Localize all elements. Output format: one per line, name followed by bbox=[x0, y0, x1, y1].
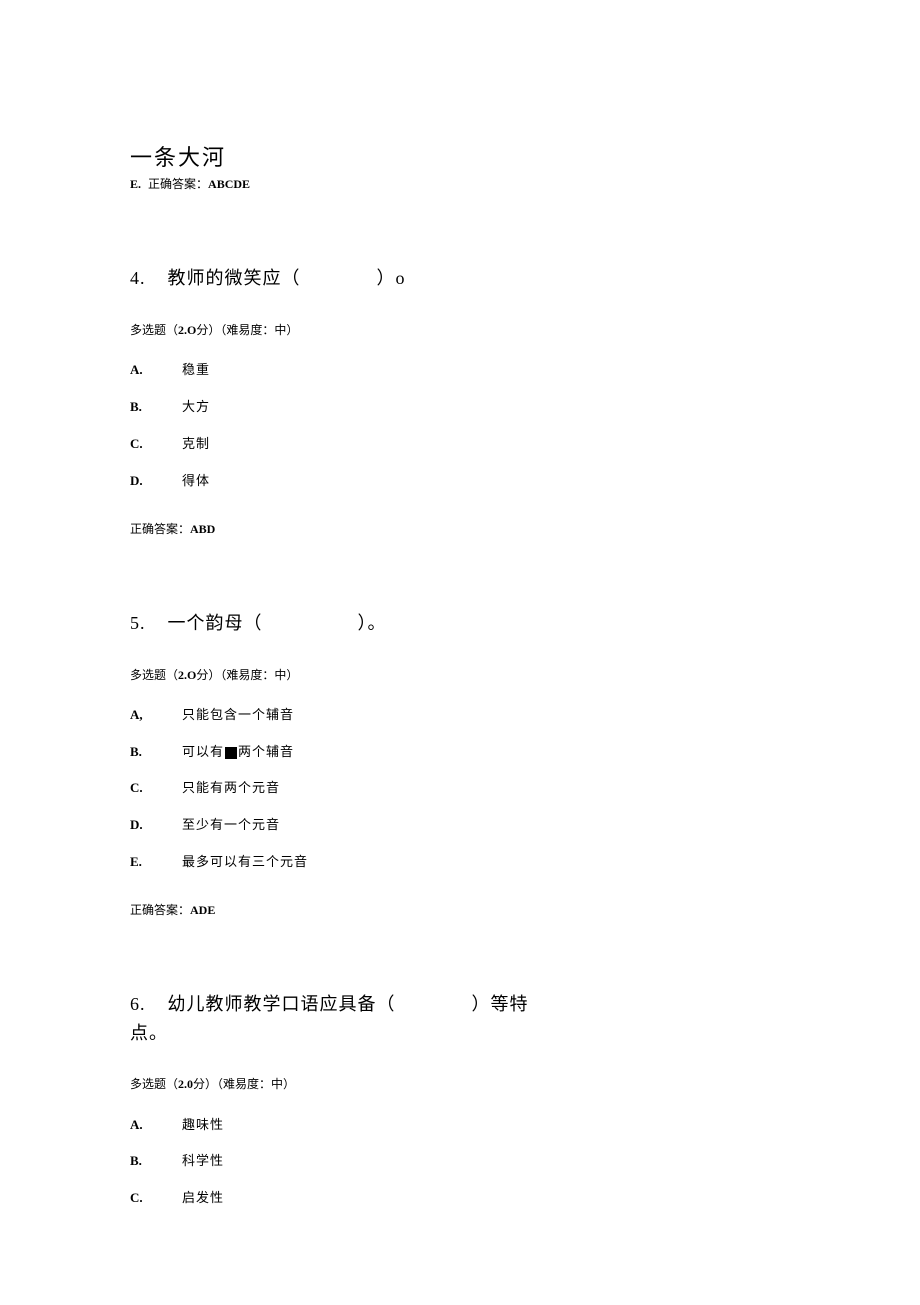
question-title: 5. 一个韵母（ ）。 bbox=[130, 609, 790, 638]
meta-suffix: 分）（难易度：中） bbox=[196, 668, 298, 682]
option-e: E. 最多可以有三个元音 bbox=[130, 852, 790, 873]
correct-answer-label: 正确答案： bbox=[148, 177, 208, 191]
option-letter: A. bbox=[130, 360, 182, 381]
question-number: 4. bbox=[130, 264, 146, 293]
question-title: 6.幼儿教师教学口语应具备（ ）等特点。 bbox=[130, 990, 530, 1048]
options-list: A. 稳重 B. 大方 C. 克制 D. 得体 bbox=[130, 360, 790, 491]
answer-line: 正确答案：ADE bbox=[130, 901, 790, 920]
previous-question-tail: 一条大河 E. 正确答案：ABCDE bbox=[130, 140, 790, 194]
meta-suffix: 分）（难易度：中） bbox=[193, 1077, 295, 1091]
option-letter: B. bbox=[130, 742, 182, 763]
option-text: 只能有两个元音 bbox=[182, 778, 280, 799]
question-5: 5. 一个韵母（ ）。 多选题（2.O分）（难易度：中） A, 只能包含一个辅音 … bbox=[130, 609, 790, 920]
option-b: B. 大方 bbox=[130, 397, 790, 418]
option-d: D. 至少有一个元音 bbox=[130, 815, 790, 836]
option-d: D. 得体 bbox=[130, 471, 790, 492]
option-text: 趣味性 bbox=[182, 1115, 224, 1136]
question-4: 4. 教师的微笑应（ ）o 多选题（2.O分）（难易度：中） A. 稳重 B. 大… bbox=[130, 264, 790, 538]
question-number: 5. bbox=[130, 609, 146, 638]
option-a: A. 稳重 bbox=[130, 360, 790, 381]
question-stem: 一个韵母（ ）。 bbox=[168, 613, 387, 633]
question-stem: 幼儿教师教学口语应具备（ ）等特点。 bbox=[130, 994, 529, 1043]
option-text: 只能包含一个辅音 bbox=[182, 705, 294, 726]
option-a: A. 趣味性 bbox=[130, 1115, 790, 1136]
option-letter: C. bbox=[130, 434, 182, 455]
correct-answer-value: ABD bbox=[190, 522, 215, 536]
option-b: B. 科学性 bbox=[130, 1151, 790, 1172]
option-b: B. 可以有两个辅音 bbox=[130, 742, 790, 763]
question-meta: 多选题（2.O分）（难易度：中） bbox=[130, 321, 790, 340]
option-letter: C. bbox=[130, 1188, 182, 1209]
option-letter: E. bbox=[130, 852, 182, 873]
option-letter: D. bbox=[130, 471, 182, 492]
black-square-icon bbox=[225, 747, 237, 759]
question-stem: 教师的微笑应（ ）o bbox=[168, 268, 406, 288]
option-text: 科学性 bbox=[182, 1151, 224, 1172]
option-text: 大方 bbox=[182, 397, 210, 418]
option-c: C. 启发性 bbox=[130, 1188, 790, 1209]
answer-line: 正确答案：ABD bbox=[130, 520, 790, 539]
option-letter: A, bbox=[130, 705, 182, 726]
correct-answer-value: ABCDE bbox=[208, 177, 250, 191]
option-text: 启发性 bbox=[182, 1188, 224, 1209]
previous-option-e-line: E. 正确答案：ABCDE bbox=[130, 175, 790, 194]
option-a: A, 只能包含一个辅音 bbox=[130, 705, 790, 726]
meta-suffix: 分）（难易度：中） bbox=[196, 323, 298, 337]
options-list: A. 趣味性 B. 科学性 C. 启发性 bbox=[130, 1115, 790, 1209]
correct-answer-label: 正确答案： bbox=[130, 903, 190, 917]
option-letter: A. bbox=[130, 1115, 182, 1136]
meta-points: 2.0 bbox=[178, 1077, 193, 1091]
option-c: C. 克制 bbox=[130, 434, 790, 455]
question-6: 6.幼儿教师教学口语应具备（ ）等特点。 多选题（2.0分）（难易度：中） A.… bbox=[130, 990, 790, 1209]
meta-points: 2.O bbox=[178, 668, 196, 682]
meta-prefix: 多选题（ bbox=[130, 668, 178, 682]
correct-answer-value: ADE bbox=[190, 903, 215, 917]
previous-option-title: 一条大河 bbox=[130, 140, 790, 175]
option-text: 克制 bbox=[182, 434, 210, 455]
option-letter-e: E. bbox=[130, 175, 141, 194]
question-number: 6. bbox=[130, 990, 146, 1019]
option-text: 最多可以有三个元音 bbox=[182, 852, 308, 873]
meta-prefix: 多选题（ bbox=[130, 1077, 178, 1091]
option-text: 至少有一个元音 bbox=[182, 815, 280, 836]
option-letter: B. bbox=[130, 397, 182, 418]
question-title: 4. 教师的微笑应（ ）o bbox=[130, 264, 790, 293]
option-text: 可以有两个辅音 bbox=[182, 742, 294, 763]
question-meta: 多选题（2.0分）（难易度：中） bbox=[130, 1075, 790, 1094]
option-text: 得体 bbox=[182, 471, 210, 492]
option-c: C. 只能有两个元音 bbox=[130, 778, 790, 799]
correct-answer-label: 正确答案： bbox=[130, 522, 190, 536]
meta-prefix: 多选题（ bbox=[130, 323, 178, 337]
option-text: 稳重 bbox=[182, 360, 210, 381]
option-letter: B. bbox=[130, 1151, 182, 1172]
meta-points: 2.O bbox=[178, 323, 196, 337]
options-list: A, 只能包含一个辅音 B. 可以有两个辅音 C. 只能有两个元音 D. 至少有… bbox=[130, 705, 790, 873]
option-letter: C. bbox=[130, 778, 182, 799]
option-letter: D. bbox=[130, 815, 182, 836]
question-meta: 多选题（2.O分）（难易度：中） bbox=[130, 666, 790, 685]
